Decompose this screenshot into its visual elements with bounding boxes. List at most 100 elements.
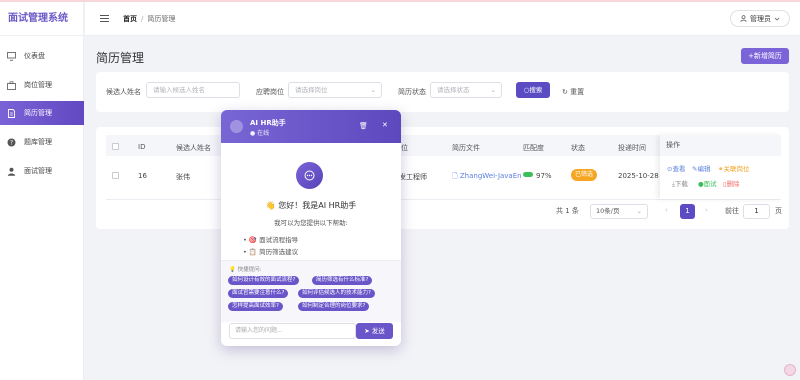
position-label: 应聘岗位 — [256, 88, 284, 96]
send-icon: ➤ — [364, 327, 372, 335]
app-logo-title: 面试管理系统 — [0, 2, 83, 36]
sidebar-item-label: 仪表盘 — [24, 52, 45, 60]
th-id: ID — [138, 143, 146, 151]
sidebar-item-label: 面试管理 — [24, 167, 52, 175]
interview-link[interactable]: ●面试 — [698, 178, 717, 188]
view-link[interactable]: ⊙查看 — [667, 163, 685, 173]
link-position-link[interactable]: ⚭关联岗位 — [718, 163, 749, 173]
status-select[interactable]: 请选择状态 ⌄ — [430, 82, 502, 98]
floating-assistant-icon[interactable] — [784, 364, 796, 376]
quick-question-chip[interactable]: 如何设计有效的面试流程? — [228, 276, 300, 285]
sidebar: 面试管理系统 仪表盘 岗位管理 简历管理 ? 题库管理 面试管理 — [0, 2, 84, 380]
candidate-name-input[interactable]: 请输入候选人姓名 — [146, 82, 240, 98]
question-icon: ? — [7, 138, 16, 147]
breadcrumb: 首页 / 简历管理 — [123, 14, 176, 23]
ai-help-text: 我可以为您提供以下帮助: — [274, 219, 348, 227]
document-icon — [7, 108, 16, 118]
sidebar-item-resumes[interactable]: 简历管理 — [0, 101, 84, 125]
sidebar-item-label: 岗位管理 — [24, 81, 52, 89]
user-name: 管理员 — [750, 14, 771, 23]
reset-button-label: 重置 — [570, 88, 585, 96]
status-select-placeholder: 请选择状态 — [437, 86, 470, 94]
send-button[interactable]: ➤ 发送 — [356, 323, 393, 339]
download-link[interactable]: ⤓下载 — [672, 178, 688, 189]
page-suffix: 页 — [775, 207, 782, 215]
interview-link-label: 面试 — [703, 180, 717, 188]
refresh-icon: ↻ — [562, 88, 571, 96]
page-title: 简历管理 — [96, 51, 145, 65]
next-page-icon[interactable]: › — [705, 206, 708, 214]
quick-question-chip[interactable]: 简历筛选有什么标准? — [312, 276, 373, 285]
ai-feature-label: 🎯 面试流程指导 — [248, 236, 299, 244]
ai-name: AI HR助手 — [250, 119, 286, 127]
ai-panel-header: AI HR助手 ● 在线 🗑 ✕ — [221, 110, 401, 143]
quick-question-chip[interactable]: 如何评估候选人的技术能力? — [298, 289, 375, 298]
close-icon[interactable]: ✕ — [382, 121, 388, 129]
chevron-down-icon: ⌄ — [370, 86, 376, 94]
match-progress-bar — [523, 172, 533, 177]
resume-file-link[interactable]: 🗋 ZhangWei-JavaEn — [452, 172, 522, 183]
sidebar-item-dashboard[interactable]: 仪表盘 — [0, 44, 84, 68]
th-position: 位 — [401, 144, 408, 152]
ai-question-input[interactable]: 请输入您的问题... — [229, 323, 356, 339]
select-all-checkbox[interactable] — [112, 143, 119, 150]
position-select[interactable]: 请选择岗位 ⌄ — [288, 82, 382, 98]
chat-bot-icon — [296, 162, 323, 189]
th-time: 投递时间 — [618, 144, 646, 152]
page-size-value: 10条/页 — [596, 207, 620, 215]
edit-link[interactable]: ✎编辑 — [692, 163, 710, 173]
download-link-label: 下载 — [674, 180, 688, 188]
row-divider — [106, 199, 781, 200]
pagination-total: 共 1 条 — [556, 207, 579, 215]
quick-question-chip[interactable]: 怎样提高面试效率? — [228, 302, 283, 311]
reset-button[interactable]: ↻ 重置 — [562, 87, 584, 97]
quick-question-chip[interactable]: 面试官需要注意什么? — [228, 289, 289, 298]
chevron-down-icon: ⌄ — [490, 86, 496, 94]
cell-id: 16 — [138, 172, 147, 180]
goto-page-input[interactable]: 1 — [743, 204, 770, 219]
ai-greeting: 👋 您好！我是AI HR助手 — [265, 201, 357, 210]
goto-label: 前往 — [725, 207, 739, 215]
resume-file-name: ZhangWei-JavaEn — [459, 172, 522, 180]
candidate-name-label: 候选人姓名 — [106, 88, 141, 96]
user-icon — [740, 15, 747, 22]
ai-feature-item: • 🎯 面试流程指导 — [243, 236, 299, 244]
svg-text:?: ? — [10, 139, 13, 146]
th-match: 匹配度 — [523, 144, 544, 152]
prev-page-icon[interactable]: ‹ — [665, 206, 668, 214]
edit-link-label: 编辑 — [697, 165, 711, 173]
add-resume-button[interactable]: +新增简历 — [741, 48, 789, 64]
user-menu-button[interactable]: 管理员 — [730, 10, 790, 27]
monitor-icon — [7, 51, 16, 61]
search-button[interactable]: ○搜索 — [516, 82, 550, 98]
clear-chat-icon[interactable]: 🗑 — [359, 122, 368, 130]
quick-question-chip[interactable]: 如何制定合理的岗位要求? — [298, 302, 370, 311]
page-size-select[interactable]: 10条/页 ⌄ — [590, 204, 648, 219]
current-page-button[interactable]: 1 — [680, 204, 695, 219]
position-select-placeholder: 请选择岗位 — [295, 86, 328, 94]
user-icon — [7, 167, 16, 176]
chevron-down-icon — [774, 17, 780, 21]
ai-feature-item: • 📋 简历筛选建议 — [243, 248, 299, 256]
view-link-label: 查看 — [672, 165, 686, 173]
sidebar-item-label: 题库管理 — [24, 138, 52, 146]
menu-toggle-icon[interactable] — [100, 13, 109, 24]
th-status: 状态 — [571, 144, 585, 152]
delete-link[interactable]: ▯删除 — [723, 178, 740, 188]
breadcrumb-home[interactable]: 首页 — [123, 15, 137, 23]
th-file: 简历文件 — [452, 144, 480, 152]
file-icon: 🗋 — [452, 172, 460, 180]
briefcase-icon — [7, 80, 16, 90]
ai-status: ● 在线 — [250, 130, 270, 137]
sidebar-item-question-bank[interactable]: ? 题库管理 — [0, 130, 84, 154]
status-label: 简历状态 — [398, 88, 426, 96]
row-checkbox[interactable] — [112, 172, 119, 179]
sidebar-item-positions[interactable]: 岗位管理 — [0, 73, 84, 97]
cell-match: 97% — [536, 172, 552, 180]
sidebar-item-label: 简历管理 — [24, 109, 52, 117]
delete-link-label: 删除 — [726, 180, 740, 188]
breadcrumb-current: 简历管理 — [147, 14, 176, 23]
sidebar-item-interviews[interactable]: 面试管理 — [0, 159, 84, 183]
status-badge: 已筛选 — [571, 169, 598, 181]
ai-feature-label: 📋 简历筛选建议 — [248, 248, 299, 256]
